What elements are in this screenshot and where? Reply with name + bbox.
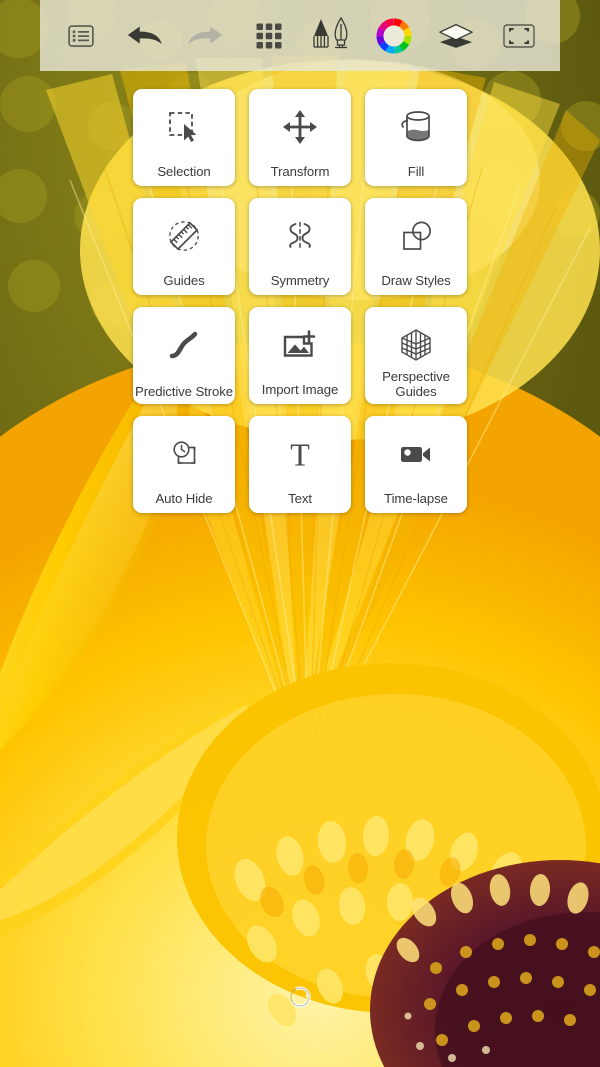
tool-tile-import-image[interactable]: Import Image — [249, 307, 351, 404]
tool-tile-fill[interactable]: Fill — [365, 89, 467, 186]
tool-label: Draw Styles — [381, 272, 451, 288]
ruler-icon — [161, 213, 207, 259]
color-wheel-icon[interactable] — [371, 13, 417, 59]
brush-pen-icon[interactable] — [308, 13, 354, 59]
tool-label: Guides — [163, 272, 205, 288]
s-curve-icon — [161, 322, 207, 368]
tool-tile-selection[interactable]: Selection — [133, 89, 235, 186]
tool-label: Symmetry — [270, 272, 330, 288]
grid-icon[interactable] — [246, 13, 292, 59]
svg-text:T: T — [290, 437, 310, 473]
paint-bucket-icon — [393, 104, 439, 150]
tool-label: Time-lapse — [384, 490, 448, 506]
top-toolbar — [40, 0, 560, 71]
tool-tile-predictive-stroke[interactable]: Predictive Stroke — [133, 307, 235, 404]
tool-tile-symmetry[interactable]: Symmetry — [249, 198, 351, 295]
tool-label: Import Image — [261, 381, 339, 397]
tool-label: Selection — [157, 163, 211, 179]
video-camera-icon — [393, 431, 439, 477]
undo-icon[interactable] — [121, 13, 167, 59]
tool-label: Perspective Guides — [382, 369, 450, 399]
layers-icon[interactable] — [433, 13, 479, 59]
image-plus-icon — [277, 322, 323, 368]
text-t-icon: T — [277, 431, 323, 477]
tool-tile-text[interactable]: T Text — [249, 416, 351, 513]
transform-arrows-icon — [277, 104, 323, 150]
rotate-reset-icon[interactable] — [286, 983, 314, 1011]
tool-label: Predictive Stroke — [135, 383, 233, 399]
tool-label: Transform — [270, 163, 330, 179]
tool-tile-auto-hide[interactable]: Auto Hide — [133, 416, 235, 513]
selection-marquee-icon — [161, 104, 207, 150]
tool-tile-guides[interactable]: Guides — [133, 198, 235, 295]
fullscreen-icon[interactable] — [496, 13, 542, 59]
tool-label: Text — [288, 490, 312, 506]
tool-menu-grid: Selection Transform Fill Guides Symmetry… — [133, 89, 467, 513]
menu-icon[interactable] — [58, 13, 104, 59]
tool-tile-draw-styles[interactable]: Draw Styles — [365, 198, 467, 295]
symmetry-mirror-icon — [277, 213, 323, 259]
redo-icon[interactable] — [183, 13, 229, 59]
tool-label: Fill — [407, 163, 425, 179]
clock-frame-icon — [161, 431, 207, 477]
shapes-overlap-icon — [393, 213, 439, 259]
tool-label: Auto Hide — [155, 490, 213, 506]
perspective-cube-icon — [393, 322, 439, 368]
tool-tile-time-lapse[interactable]: Time-lapse — [365, 416, 467, 513]
tool-tile-perspective-guides[interactable]: Perspective Guides — [365, 307, 467, 404]
tool-tile-transform[interactable]: Transform — [249, 89, 351, 186]
